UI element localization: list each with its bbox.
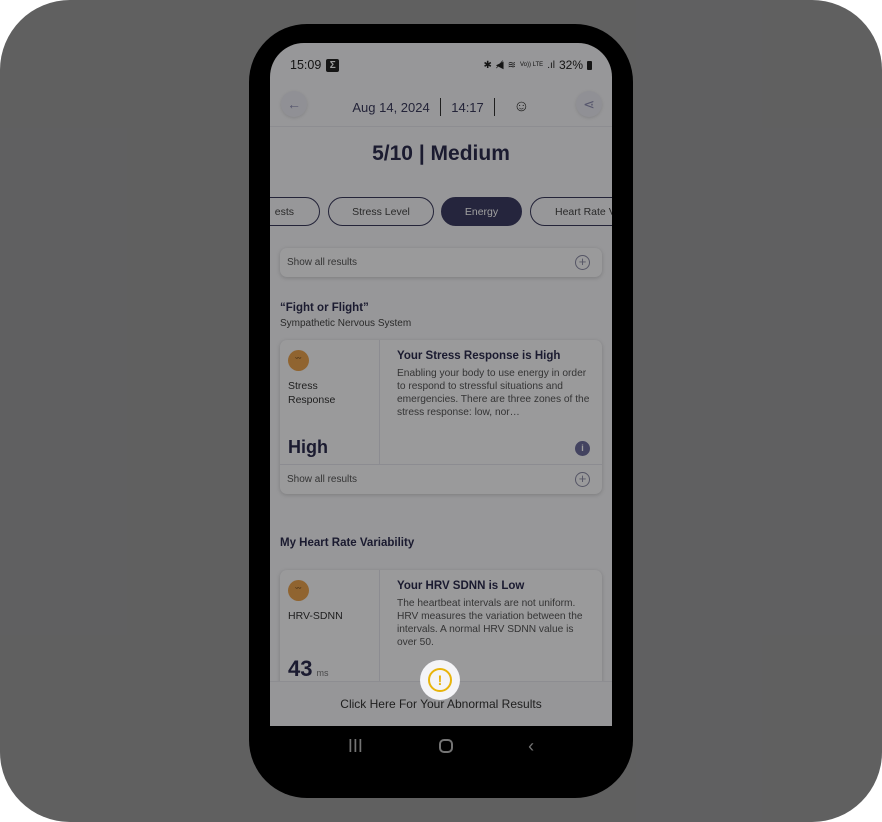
nav-back-button[interactable]: ‹ <box>528 736 534 757</box>
metric-value: 43 ms <box>288 656 328 682</box>
metric-label: HRV-SDNN <box>288 610 343 622</box>
share-button[interactable]: ⋖ <box>576 91 602 117</box>
signal-icon: .ıl <box>547 59 555 71</box>
abnormal-alert-button[interactable]: ! <box>420 660 460 700</box>
home-button[interactable] <box>438 739 453 753</box>
stress-response-card: ˘˘ Stress Response High Your Stress Resp… <box>280 340 602 494</box>
metric-description: Enabling your body to use energy in orde… <box>397 368 590 419</box>
tab-tests[interactable]: ests <box>270 197 320 226</box>
status-bar: 15:09 Σ ✱ ◀̸ ≋ Vo)) LTE .ıl 32% <box>270 43 612 87</box>
metric-label: Stress Response <box>288 380 336 406</box>
top-header: ← Aug 14, 2024 14:17 ☺ ⋖ <box>270 87 612 127</box>
show-all-results-button[interactable]: Show all results + <box>280 465 602 494</box>
sigma-icon: Σ <box>326 58 340 72</box>
recents-button[interactable]: III <box>348 736 363 757</box>
tab-energy[interactable]: Energy <box>441 197 522 226</box>
mute-icon: ◀̸ <box>495 59 504 71</box>
header-time: 14:17 <box>451 99 484 115</box>
battery-icon <box>587 60 592 70</box>
battery-percent: 32% <box>558 58 583 72</box>
show-all-label: Show all results <box>287 474 358 485</box>
hrv-title: My Heart Rate Variability <box>280 537 415 549</box>
score-title: 5/10 | Medium <box>372 142 510 165</box>
app-screen: 15:09 Σ ✱ ◀̸ ≋ Vo)) LTE .ıl 32% ← Aug 14… <box>270 43 612 726</box>
metric-value: High <box>288 437 328 457</box>
header-date: Aug 14, 2024 <box>352 99 430 115</box>
metric-heading: Your HRV SDNN is Low <box>397 580 525 592</box>
show-all-results-button[interactable]: Show all results + <box>280 248 602 277</box>
plus-circle-icon: + <box>575 255 590 270</box>
tab-stress-level[interactable]: Stress Level <box>328 197 434 226</box>
face-icon[interactable]: ☺ <box>513 98 529 116</box>
tab-bar: ests Stress Level Energy Heart Rate V <box>270 197 612 227</box>
stress-response-metric[interactable]: ˘˘ Stress Response High Your Stress Resp… <box>280 340 602 465</box>
header-divider <box>270 126 612 127</box>
share-icon: ⋖ <box>583 95 595 112</box>
arrow-left-icon: ← <box>287 96 301 112</box>
wifi-icon: ≋ <box>507 59 516 71</box>
info-icon[interactable]: i <box>575 441 590 456</box>
plus-circle-icon: + <box>575 472 590 487</box>
divider <box>493 98 496 116</box>
alert-icon: ! <box>428 668 452 692</box>
metric-description: The heartbeat intervals are not uniform.… <box>397 598 583 649</box>
show-all-label: Show all results <box>287 257 358 268</box>
bluetooth-icon: ✱ <box>483 59 492 71</box>
back-button[interactable]: ← <box>281 91 307 117</box>
top-results-card: Show all results + <box>280 248 602 277</box>
system-nav-bar: III ‹ <box>270 726 612 766</box>
hrv-unit: ms <box>316 668 329 678</box>
tab-heart-rate-variability[interactable]: Heart Rate V <box>530 197 612 226</box>
fight-flight-title: “Fight or Flight” <box>280 302 369 314</box>
hrv-value: 43 <box>288 656 313 681</box>
sad-face-icon: ˘˘ <box>288 580 309 601</box>
volte-icon: Vo)) LTE <box>519 62 544 68</box>
sad-face-icon: ˘˘ <box>288 350 309 371</box>
metric-heading: Your Stress Response is High <box>397 350 561 362</box>
fight-flight-subtitle: Sympathetic Nervous System <box>280 318 412 329</box>
status-time: 15:09 <box>290 58 322 72</box>
divider <box>439 98 442 116</box>
